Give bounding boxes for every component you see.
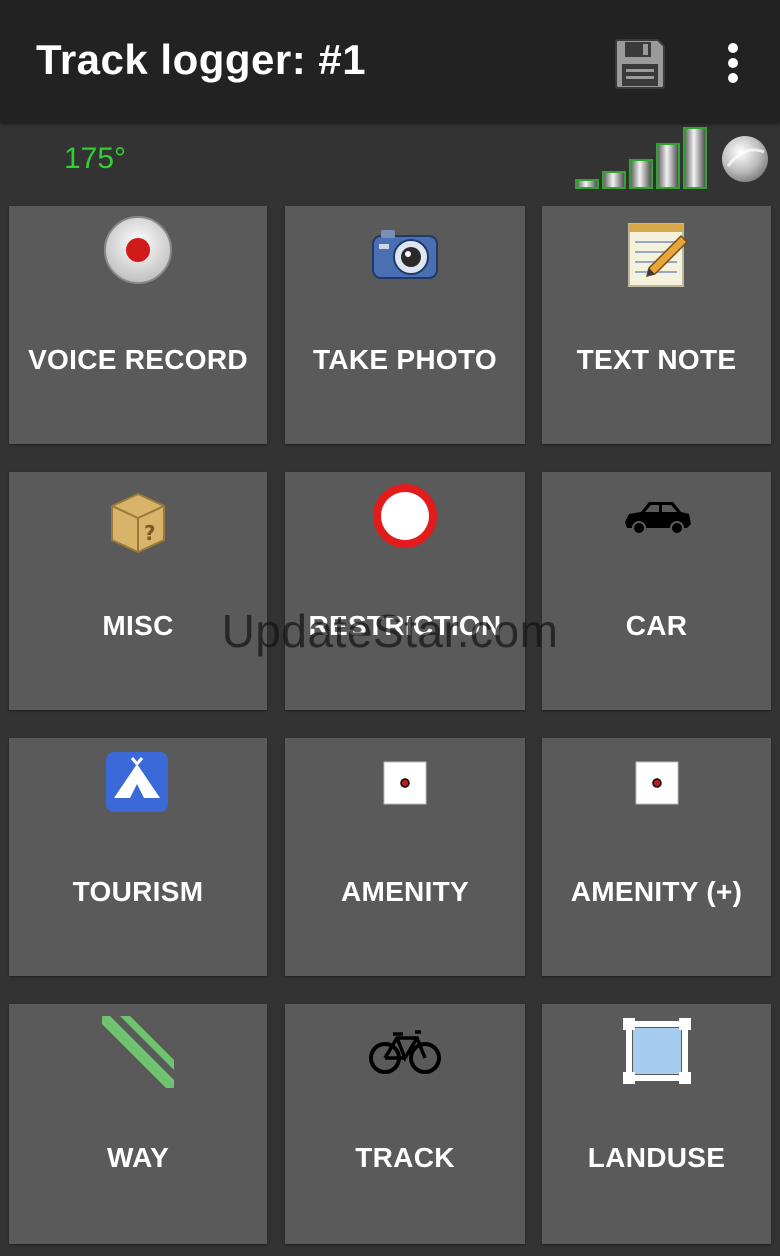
camera-icon <box>372 230 438 279</box>
tile-label: WAY <box>106 1142 170 1173</box>
overflow-menu-button[interactable] <box>716 40 750 86</box>
bicycle-icon <box>369 1030 441 1074</box>
overflow-menu-icon <box>728 43 738 83</box>
tile-label: TEXT NOTE <box>576 344 737 375</box>
tourism-button[interactable]: TOURISM <box>9 738 267 976</box>
track-button[interactable]: TRACK <box>285 1004 525 1244</box>
misc-button[interactable]: ? MISC <box>9 472 267 710</box>
svg-text:?: ? <box>144 521 156 545</box>
restriction-button[interactable]: RESTRICTION <box>285 472 525 710</box>
app-toolbar: Track logger: #1 <box>0 0 780 122</box>
track-logger-screen: Track logger: #1 175° VOICE RECORD TAKE … <box>0 0 780 1256</box>
floppy-disk-icon <box>615 39 665 89</box>
record-icon <box>104 216 172 284</box>
voice-record-button[interactable]: VOICE RECORD <box>9 206 267 444</box>
car-button[interactable]: CAR <box>542 472 771 710</box>
amenity-plus-button[interactable]: AMENITY (+) <box>542 738 771 976</box>
tile-label: LANDUSE <box>587 1142 726 1173</box>
tile-label: TAKE PHOTO <box>313 344 497 375</box>
no-entry-sign-icon <box>373 484 437 548</box>
tile-label: TOURISM <box>72 876 204 907</box>
tile-label: CAR <box>625 610 688 641</box>
signal-strength-icon <box>575 127 707 189</box>
notepad-icon <box>627 223 688 287</box>
status-bar: 175° <box>0 122 780 198</box>
tile-label: VOICE RECORD <box>28 344 248 375</box>
take-photo-button[interactable]: TAKE PHOTO <box>285 206 525 444</box>
tile-label: AMENITY <box>340 876 470 907</box>
tile-label: RESTRICTION <box>308 610 502 641</box>
way-button[interactable]: WAY <box>9 1004 267 1244</box>
landuse-button[interactable]: LANDUSE <box>542 1004 771 1244</box>
save-button[interactable] <box>612 36 668 92</box>
text-note-button[interactable]: TEXT NOTE <box>542 206 771 444</box>
amenity-dot-icon <box>383 761 427 805</box>
heading-readout: 175° <box>64 142 127 175</box>
tent-icon <box>106 752 168 812</box>
box-question-icon: ? <box>111 492 165 554</box>
amenity-button[interactable]: AMENITY <box>285 738 525 976</box>
area-frame-icon <box>622 1018 691 1084</box>
tile-label: MISC <box>102 610 174 641</box>
tile-label: AMENITY (+) <box>570 876 743 907</box>
amenity-dot-icon <box>635 761 678 805</box>
gps-status-icon <box>722 136 768 182</box>
tile-label: TRACK <box>355 1142 455 1173</box>
page-title: Track logger: #1 <box>36 36 367 83</box>
road-stripe-icon <box>102 1016 174 1088</box>
car-icon <box>624 502 691 535</box>
